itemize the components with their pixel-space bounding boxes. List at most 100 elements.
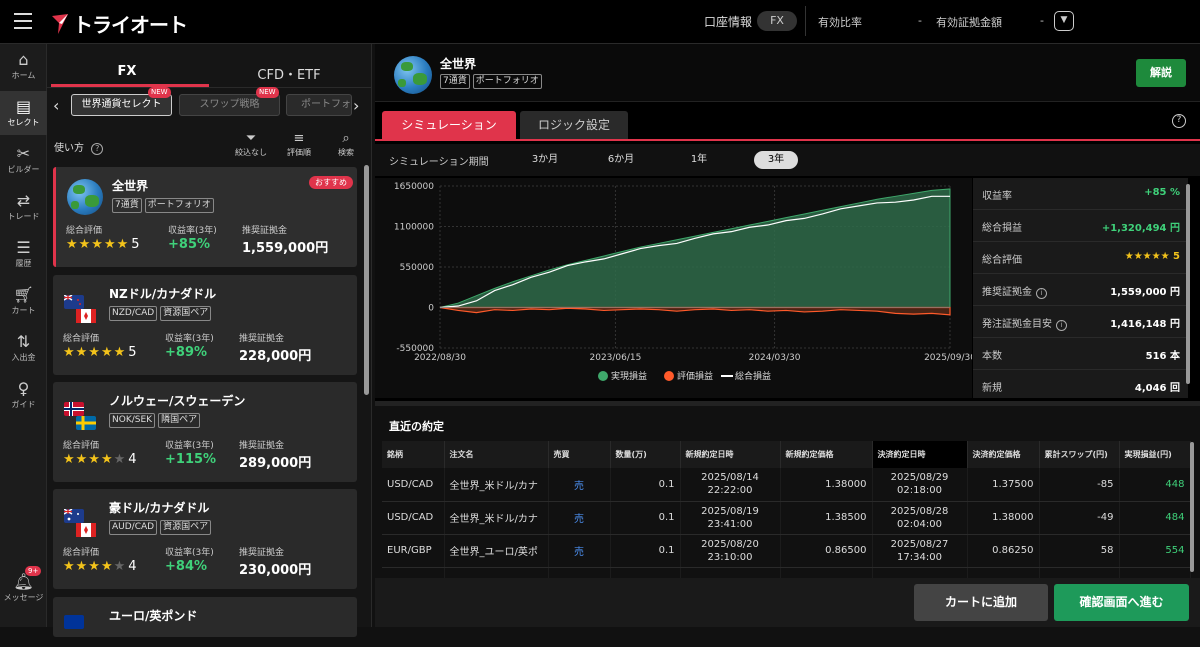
stat-total-pnl: 総合損益 +1,320,494 円 bbox=[973, 210, 1188, 242]
time: 22:22:00 bbox=[707, 485, 753, 497]
logo[interactable]: トライオート bbox=[50, 9, 188, 38]
usage-link[interactable]: 使い方 ? bbox=[54, 139, 104, 155]
legend-realized-swatch bbox=[598, 371, 608, 381]
stat-new: 新規 4,046 回 bbox=[973, 370, 1188, 398]
return-label: 収益率(3年) bbox=[165, 334, 214, 344]
col-header[interactable]: 銘柄 bbox=[382, 441, 445, 468]
cell-qty: 0.1 bbox=[610, 501, 681, 535]
period-1y[interactable]: 1年 bbox=[677, 151, 721, 169]
logo-text: トライオート bbox=[73, 13, 188, 37]
strategy-card-eurgbp[interactable]: ユーロ/英ポンド bbox=[53, 597, 357, 637]
nav-label: カート bbox=[11, 306, 36, 315]
strategy-card-noksek[interactable]: ノルウェー/スウェーデン NOK/SEK 隣国ペア 総合評価 収益率(3年) 推奨… bbox=[53, 382, 357, 482]
time: 02:04:00 bbox=[897, 518, 942, 530]
help-icon[interactable]: ? bbox=[1172, 114, 1186, 128]
fx-account-badge[interactable]: FX bbox=[757, 11, 797, 31]
margin-label: 推奨証拠金 bbox=[239, 334, 285, 344]
period-6m[interactable]: 6か月 bbox=[599, 151, 643, 169]
stat-label: 総合評価 bbox=[982, 255, 1022, 266]
col-header[interactable]: 数量(万) bbox=[610, 441, 681, 468]
cell-open-datetime: 2025/08/20 23:10:00 bbox=[680, 534, 781, 568]
period-3y[interactable]: 3年 bbox=[754, 151, 798, 169]
nav-select[interactable]: ▤ セレクト bbox=[0, 91, 47, 135]
col-header[interactable]: 売買 bbox=[548, 441, 611, 468]
chevron-right-icon[interactable]: › bbox=[353, 96, 359, 115]
unrealized-pnl-area bbox=[439, 306, 951, 316]
chip-portfolio[interactable]: ポートフォ bbox=[286, 94, 352, 116]
nav-builder[interactable]: ✂ ビルダー bbox=[0, 138, 47, 182]
nav-trade[interactable]: ⇄ トレード bbox=[0, 185, 47, 229]
strategy-card-nzdcad[interactable]: NZドル/カナダドル NZD/CAD 資源国ペア 総合評価 収益率(3年) 推奨証… bbox=[53, 275, 357, 375]
stat-value: 4,046 回 bbox=[1134, 383, 1180, 394]
account-info-link[interactable]: 口座情報 bbox=[704, 13, 752, 30]
tab-fx[interactable]: FX bbox=[47, 64, 207, 79]
sort-button[interactable]: ≡ 評価順 bbox=[279, 131, 319, 158]
menu-icon[interactable] bbox=[14, 13, 32, 29]
cell-open-price: 0.86500 bbox=[780, 534, 873, 568]
cell-close-datetime: 2025/08/22 bbox=[872, 567, 968, 578]
filter-button[interactable]: ⏷ 絞込なし bbox=[231, 131, 271, 158]
table-row[interactable]: USD/CAD 全世界_米ドル/カナ売 0.1 2025/08/14 22:22:00 1… bbox=[382, 468, 1191, 502]
stat-value: ★★★★★ 5 bbox=[1124, 251, 1180, 262]
strategy-card-audcad[interactable]: 豪ドル/カナダドル AUD/CAD 資源国ペア 総合評価 収益率(3年) 推奨証拠… bbox=[53, 489, 357, 589]
col-header[interactable]: 注文名 bbox=[444, 441, 549, 468]
cell-pnl: 484 bbox=[1119, 501, 1191, 535]
nav-home[interactable]: ⌂ ホーム bbox=[0, 44, 47, 88]
col-header[interactable]: 決済約定日時 bbox=[872, 441, 968, 468]
flag-pair-icon bbox=[63, 294, 100, 327]
nav-guide[interactable]: ♀ ガイド bbox=[0, 373, 47, 417]
col-header[interactable]: 累計スワップ(円) bbox=[1039, 441, 1120, 468]
period-3m[interactable]: 3か月 bbox=[523, 151, 567, 169]
recommended-badge: おすすめ bbox=[309, 176, 353, 189]
cell-order-name: 全世界_米ドル/カナ bbox=[444, 501, 549, 535]
header-dropdown-button[interactable]: ▼ bbox=[1054, 11, 1074, 31]
cell-qty: 0.1 bbox=[610, 468, 681, 502]
col-header[interactable]: 決済約定価格 bbox=[967, 441, 1040, 468]
flag-pair-icon bbox=[64, 615, 100, 647]
chip-world-currency[interactable]: 世界通貨セレクト NEW bbox=[71, 87, 172, 116]
cell-swap: 58 bbox=[1039, 534, 1120, 568]
table-row[interactable]: USD/CAD 全世界_米ドル/カナ売 0.1 2025/08/19 23:41:00 1… bbox=[382, 501, 1191, 535]
tab-simulation[interactable]: シミュレーション bbox=[382, 111, 516, 139]
return-label: 収益率(3年) bbox=[165, 441, 214, 451]
col-header[interactable]: 実現損益(円) bbox=[1119, 441, 1191, 468]
trade-icon: ⇄ bbox=[16, 191, 31, 210]
usage-label: 使い方 bbox=[54, 143, 84, 154]
guide-icon: ♀ bbox=[17, 379, 30, 398]
chip-swap-strategy[interactable]: スワップ戦略 NEW bbox=[179, 87, 280, 116]
strategy-tags: 7通貨 ポートフォリオ bbox=[440, 74, 542, 89]
strategy-detail: 全世界 7通貨 ポートフォリオ 解説 シミュレーション ロジック設定 ? シミュレ… bbox=[375, 44, 1200, 627]
cell-side: 売 bbox=[548, 534, 611, 568]
cell-open-price bbox=[780, 567, 873, 578]
col-header[interactable]: 新規約定価格 bbox=[780, 441, 873, 468]
au-flag-icon bbox=[63, 508, 84, 523]
period-label: シミュレーション期間 bbox=[389, 157, 489, 168]
add-to-cart-button[interactable]: カートに追加 bbox=[914, 584, 1048, 621]
list-scrollbar[interactable] bbox=[364, 165, 369, 395]
table-row[interactable]: EUR/GBP 全世界_ユーロ/英ポ売 0.1 2025/08/20 23:10:00 0… bbox=[382, 534, 1191, 568]
table-scrollbar[interactable] bbox=[1190, 442, 1194, 572]
tab-logic-settings[interactable]: ロジック設定 bbox=[520, 111, 628, 139]
deposit-icon: ⇅ bbox=[16, 332, 31, 351]
explain-button[interactable]: 解説 bbox=[1136, 59, 1186, 87]
nav-deposit[interactable]: ⇅ 入出金 bbox=[0, 326, 47, 370]
stats-scrollbar[interactable] bbox=[1186, 184, 1190, 384]
executions-table: 銘柄 注文名 売買 数量(万) 新規約定日時 新規約定価格 決済約定日時 決済約… bbox=[382, 441, 1191, 578]
info-icon[interactable]: i bbox=[1036, 288, 1047, 299]
time: 23:10:00 bbox=[707, 551, 753, 563]
help-icon: ? bbox=[91, 143, 104, 155]
tab-cfd-etf[interactable]: CFD・ETF bbox=[209, 64, 369, 83]
search-button[interactable]: ⌕ 検索 bbox=[326, 131, 366, 158]
active-tab-indicator bbox=[51, 84, 209, 87]
realized-pnl-area bbox=[439, 188, 951, 308]
nav-history[interactable]: ☰ 履歴 bbox=[0, 232, 47, 276]
nav-cart[interactable]: 🛒︎ カート bbox=[0, 279, 47, 323]
info-icon[interactable]: i bbox=[1056, 320, 1067, 331]
strategy-card-world[interactable]: 全世界 おすすめ 7通貨 ポートフォリオ 総合評価 収益率(3年) 推奨証拠金 ★… bbox=[53, 167, 357, 267]
return-value: +85% bbox=[168, 237, 211, 252]
col-header[interactable]: 新規約定日時 bbox=[680, 441, 781, 468]
select-icon: ▤ bbox=[15, 97, 32, 116]
list-tools: 使い方 ? ⏷ 絞込なし ≡ 評価順 ⌕ 検索 bbox=[47, 129, 372, 159]
confirm-button[interactable]: 確認画面へ進む bbox=[1054, 584, 1189, 621]
table-row[interactable]: 2025/08/22 2025/08/22 bbox=[382, 567, 1191, 578]
